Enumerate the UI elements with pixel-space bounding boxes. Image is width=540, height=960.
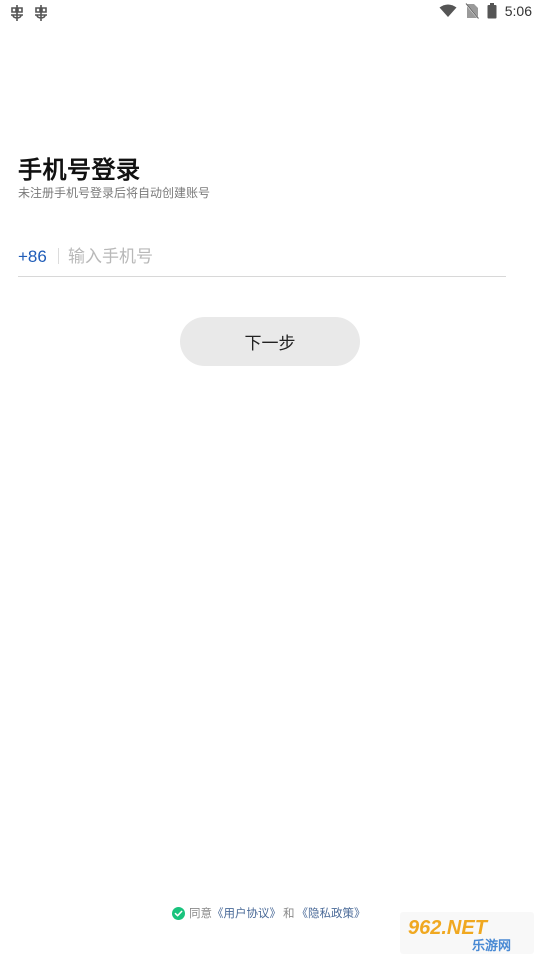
phone-input-row: +86	[18, 240, 506, 277]
notification-area	[8, 4, 50, 22]
user-agreement-link[interactable]: 《用户协议》	[212, 905, 281, 921]
bug-icon	[35, 5, 47, 21]
country-code-selector[interactable]: +86	[18, 247, 47, 267]
bug-icon	[11, 5, 23, 21]
battery-icon	[487, 3, 497, 19]
watermark-logo: 962.NET 乐游网	[400, 912, 534, 954]
checkbox-checked-icon[interactable]	[172, 906, 185, 920]
watermark-top: 962.NET	[408, 917, 489, 939]
agreement-row: 同意 《用户协议》 和 《隐私政策》	[172, 905, 366, 921]
agreement-and: 和	[283, 906, 295, 920]
wifi-icon	[439, 4, 457, 17]
status-bar: 5:06	[0, 0, 540, 26]
page-title: 手机号登录	[18, 156, 141, 184]
next-button[interactable]: 下一步	[180, 317, 360, 366]
no-sim-icon	[465, 3, 479, 19]
page-subtitle: 未注册手机号登录后将自动创建账号	[18, 186, 211, 200]
clock: 5:06	[504, 3, 532, 19]
system-status: 5:06	[439, 3, 532, 19]
divider	[58, 248, 59, 264]
privacy-policy-link[interactable]: 《隐私政策》	[297, 905, 366, 921]
agreement-prefix: 同意	[189, 906, 212, 920]
phone-input[interactable]	[68, 242, 498, 272]
watermark-bottom: 乐游网	[472, 938, 511, 954]
